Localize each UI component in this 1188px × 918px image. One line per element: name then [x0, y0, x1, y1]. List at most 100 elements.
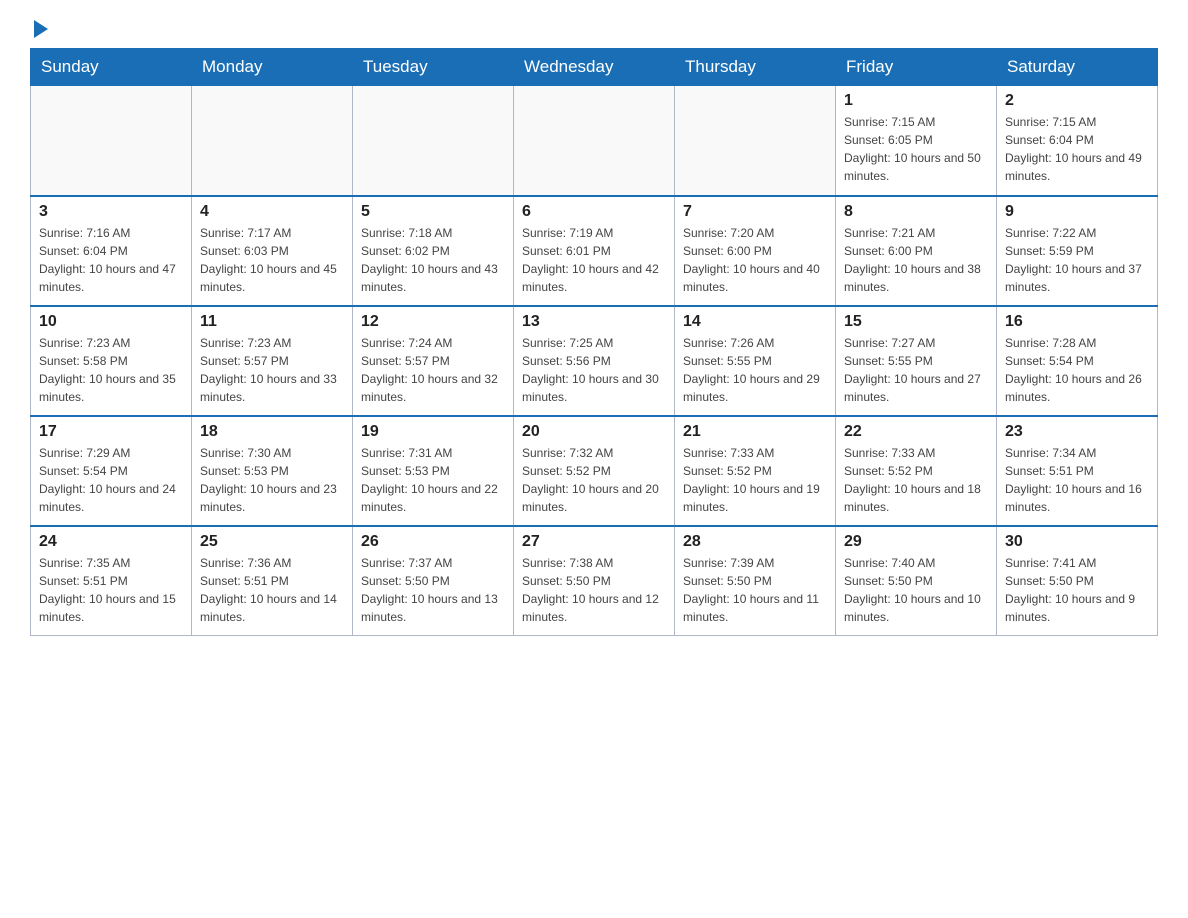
day-number: 23 [1005, 423, 1149, 441]
day-of-week-header: Tuesday [353, 49, 514, 86]
calendar-day-cell: 11 Sunrise: 7:23 AMSunset: 5:57 PMDayligh… [192, 306, 353, 416]
day-info: Sunrise: 7:33 AMSunset: 5:52 PMDaylight:… [683, 444, 827, 516]
day-of-week-header: Sunday [31, 49, 192, 86]
day-of-week-header: Thursday [675, 49, 836, 86]
day-info: Sunrise: 7:38 AMSunset: 5:50 PMDaylight:… [522, 554, 666, 626]
day-number: 12 [361, 313, 505, 331]
calendar-day-cell: 29 Sunrise: 7:40 AMSunset: 5:50 PMDayligh… [836, 526, 997, 636]
day-info: Sunrise: 7:34 AMSunset: 5:51 PMDaylight:… [1005, 444, 1149, 516]
day-info: Sunrise: 7:25 AMSunset: 5:56 PMDaylight:… [522, 334, 666, 406]
day-info: Sunrise: 7:35 AMSunset: 5:51 PMDaylight:… [39, 554, 183, 626]
day-info: Sunrise: 7:19 AMSunset: 6:01 PMDaylight:… [522, 224, 666, 296]
day-info: Sunrise: 7:40 AMSunset: 5:50 PMDaylight:… [844, 554, 988, 626]
day-number: 29 [844, 533, 988, 551]
calendar-day-cell: 9Sunrise: 7:22 AMSunset: 5:59 PMDaylight… [997, 196, 1158, 306]
day-number: 14 [683, 313, 827, 331]
day-number: 13 [522, 313, 666, 331]
day-info: Sunrise: 7:33 AMSunset: 5:52 PMDaylight:… [844, 444, 988, 516]
day-number: 28 [683, 533, 827, 551]
calendar-day-cell: 18 Sunrise: 7:30 AMSunset: 5:53 PMDayligh… [192, 416, 353, 526]
day-info: Sunrise: 7:16 AMSunset: 6:04 PMDaylight:… [39, 224, 183, 296]
day-info: Sunrise: 7:37 AMSunset: 5:50 PMDaylight:… [361, 554, 505, 626]
calendar-day-cell: 24Sunrise: 7:35 AMSunset: 5:51 PMDayligh… [31, 526, 192, 636]
day-info: Sunrise: 7:21 AMSunset: 6:00 PMDaylight:… [844, 224, 988, 296]
day-info: Sunrise: 7:26 AMSunset: 5:55 PMDaylight:… [683, 334, 827, 406]
day-number: 15 [844, 313, 988, 331]
calendar-day-cell [31, 86, 192, 196]
day-number: 20 [522, 423, 666, 441]
day-number: 8 [844, 203, 988, 221]
day-info: Sunrise: 7:17 AMSunset: 6:03 PMDaylight:… [200, 224, 344, 296]
calendar-day-cell: 3 Sunrise: 7:16 AMSunset: 6:04 PMDaylight… [31, 196, 192, 306]
calendar-day-cell: 26 Sunrise: 7:37 AMSunset: 5:50 PMDayligh… [353, 526, 514, 636]
day-info: Sunrise: 7:15 AMSunset: 6:05 PMDaylight:… [844, 113, 988, 185]
calendar-day-cell: 14 Sunrise: 7:26 AMSunset: 5:55 PMDayligh… [675, 306, 836, 416]
day-info: Sunrise: 7:29 AMSunset: 5:54 PMDaylight:… [39, 444, 183, 516]
calendar-day-cell: 4 Sunrise: 7:17 AMSunset: 6:03 PMDaylight… [192, 196, 353, 306]
day-number: 25 [200, 533, 344, 551]
calendar-week-row: 24Sunrise: 7:35 AMSunset: 5:51 PMDayligh… [31, 526, 1158, 636]
day-info: Sunrise: 7:15 AMSunset: 6:04 PMDaylight:… [1005, 113, 1149, 185]
calendar-table: SundayMondayTuesdayWednesdayThursdayFrid… [30, 48, 1158, 636]
calendar-day-cell: 25 Sunrise: 7:36 AMSunset: 5:51 PMDayligh… [192, 526, 353, 636]
calendar-week-row: 1 Sunrise: 7:15 AMSunset: 6:05 PMDaylight… [31, 86, 1158, 196]
day-info: Sunrise: 7:27 AMSunset: 5:55 PMDaylight:… [844, 334, 988, 406]
day-info: Sunrise: 7:30 AMSunset: 5:53 PMDaylight:… [200, 444, 344, 516]
calendar-day-cell: 17 Sunrise: 7:29 AMSunset: 5:54 PMDayligh… [31, 416, 192, 526]
calendar-header-row: SundayMondayTuesdayWednesdayThursdayFrid… [31, 49, 1158, 86]
calendar-day-cell: 8 Sunrise: 7:21 AMSunset: 6:00 PMDaylight… [836, 196, 997, 306]
calendar-day-cell: 12 Sunrise: 7:24 AMSunset: 5:57 PMDayligh… [353, 306, 514, 416]
calendar-week-row: 17 Sunrise: 7:29 AMSunset: 5:54 PMDayligh… [31, 416, 1158, 526]
calendar-day-cell: 13 Sunrise: 7:25 AMSunset: 5:56 PMDayligh… [514, 306, 675, 416]
calendar-day-cell: 21 Sunrise: 7:33 AMSunset: 5:52 PMDayligh… [675, 416, 836, 526]
day-number: 6 [522, 203, 666, 221]
day-info: Sunrise: 7:28 AMSunset: 5:54 PMDaylight:… [1005, 334, 1149, 406]
day-number: 11 [200, 313, 344, 331]
day-number: 22 [844, 423, 988, 441]
day-number: 3 [39, 203, 183, 221]
day-of-week-header: Friday [836, 49, 997, 86]
day-number: 21 [683, 423, 827, 441]
day-info: Sunrise: 7:23 AMSunset: 5:57 PMDaylight:… [200, 334, 344, 406]
day-number: 5 [361, 203, 505, 221]
day-info: Sunrise: 7:41 AMSunset: 5:50 PMDaylight:… [1005, 554, 1149, 626]
logo-arrow-icon [34, 20, 48, 38]
calendar-day-cell: 27 Sunrise: 7:38 AMSunset: 5:50 PMDayligh… [514, 526, 675, 636]
day-info: Sunrise: 7:32 AMSunset: 5:52 PMDaylight:… [522, 444, 666, 516]
calendar-day-cell: 10 Sunrise: 7:23 AMSunset: 5:58 PMDayligh… [31, 306, 192, 416]
day-number: 7 [683, 203, 827, 221]
calendar-day-cell: 30 Sunrise: 7:41 AMSunset: 5:50 PMDayligh… [997, 526, 1158, 636]
calendar-day-cell: 22 Sunrise: 7:33 AMSunset: 5:52 PMDayligh… [836, 416, 997, 526]
day-number: 30 [1005, 533, 1149, 551]
page-header [30, 20, 1158, 38]
calendar-day-cell: 19Sunrise: 7:31 AMSunset: 5:53 PMDayligh… [353, 416, 514, 526]
day-number: 26 [361, 533, 505, 551]
day-info: Sunrise: 7:20 AMSunset: 6:00 PMDaylight:… [683, 224, 827, 296]
calendar-day-cell [514, 86, 675, 196]
calendar-day-cell: 7 Sunrise: 7:20 AMSunset: 6:00 PMDaylight… [675, 196, 836, 306]
day-number: 4 [200, 203, 344, 221]
day-info: Sunrise: 7:22 AMSunset: 5:59 PMDaylight:… [1005, 224, 1149, 296]
day-number: 16 [1005, 313, 1149, 331]
calendar-day-cell [353, 86, 514, 196]
calendar-day-cell [675, 86, 836, 196]
day-info: Sunrise: 7:23 AMSunset: 5:58 PMDaylight:… [39, 334, 183, 406]
calendar-day-cell: 6 Sunrise: 7:19 AMSunset: 6:01 PMDaylight… [514, 196, 675, 306]
day-number: 10 [39, 313, 183, 331]
day-info: Sunrise: 7:31 AMSunset: 5:53 PMDaylight:… [361, 444, 505, 516]
day-number: 17 [39, 423, 183, 441]
day-of-week-header: Saturday [997, 49, 1158, 86]
day-number: 2 [1005, 92, 1149, 110]
calendar-day-cell: 20 Sunrise: 7:32 AMSunset: 5:52 PMDayligh… [514, 416, 675, 526]
calendar-day-cell: 23 Sunrise: 7:34 AMSunset: 5:51 PMDayligh… [997, 416, 1158, 526]
day-number: 18 [200, 423, 344, 441]
day-number: 1 [844, 92, 988, 110]
calendar-week-row: 10 Sunrise: 7:23 AMSunset: 5:58 PMDayligh… [31, 306, 1158, 416]
calendar-day-cell [192, 86, 353, 196]
calendar-week-row: 3 Sunrise: 7:16 AMSunset: 6:04 PMDaylight… [31, 196, 1158, 306]
day-info: Sunrise: 7:36 AMSunset: 5:51 PMDaylight:… [200, 554, 344, 626]
calendar-day-cell: 28Sunrise: 7:39 AMSunset: 5:50 PMDayligh… [675, 526, 836, 636]
logo [30, 20, 48, 38]
day-number: 27 [522, 533, 666, 551]
day-info: Sunrise: 7:24 AMSunset: 5:57 PMDaylight:… [361, 334, 505, 406]
